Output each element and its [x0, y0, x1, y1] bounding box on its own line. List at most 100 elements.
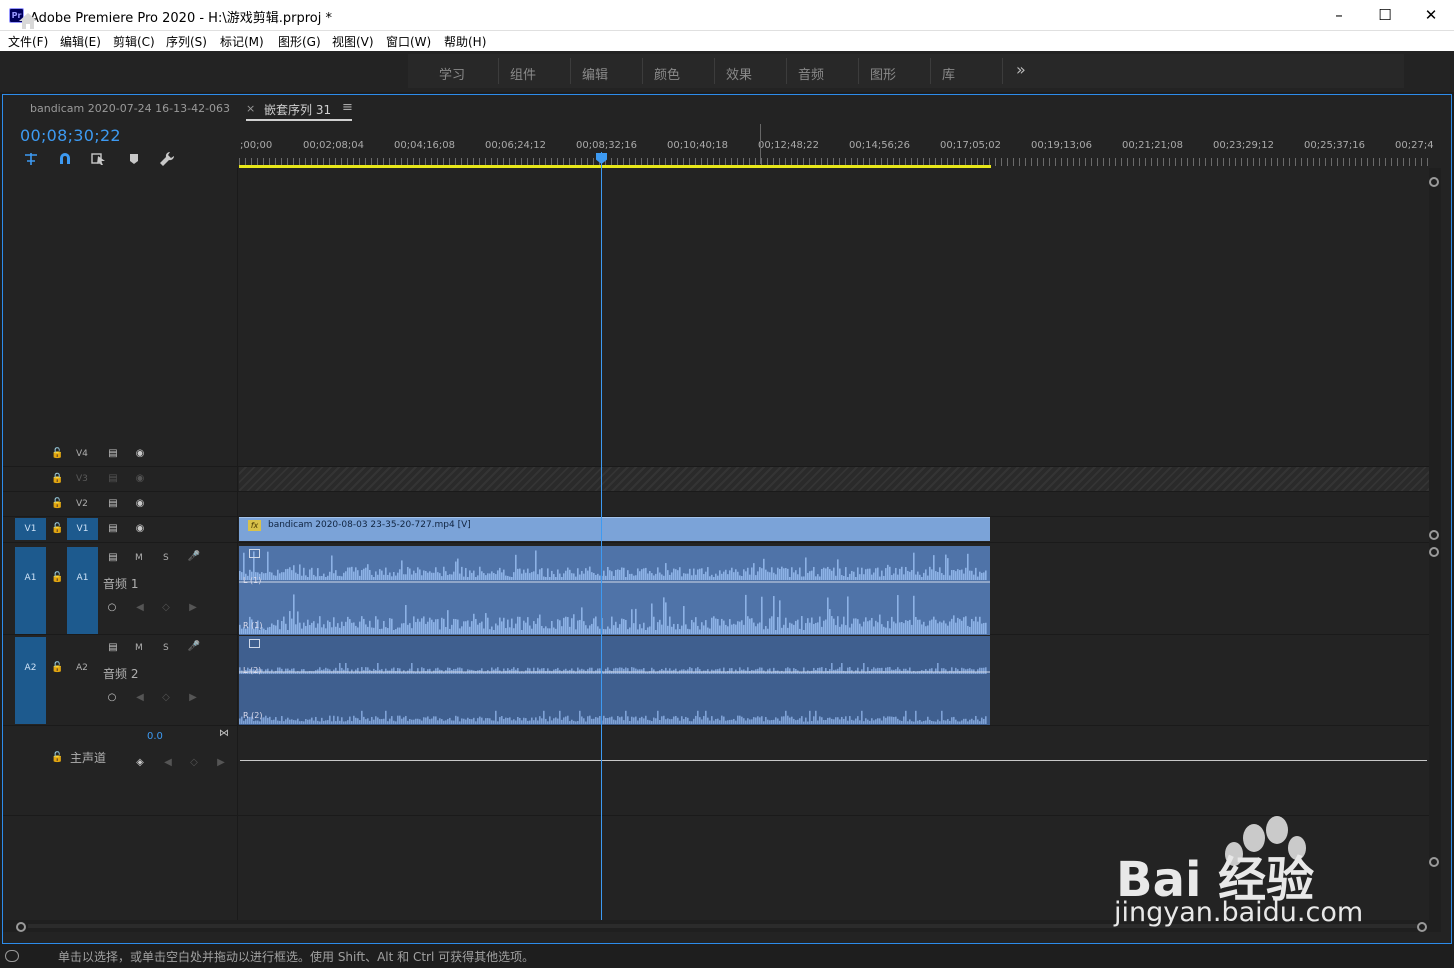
- vscroll-video-top-handle[interactable]: [1429, 177, 1439, 187]
- voiceover-a1-button[interactable]: 🎤: [187, 551, 201, 562]
- workspace-assembly[interactable]: 组件: [510, 64, 536, 83]
- lock-track-v1-button[interactable]: 🔓: [51, 523, 63, 534]
- sync-lock-a1-button[interactable]: ▤: [106, 552, 120, 563]
- add-keyframe-a1-button[interactable]: ◇: [161, 602, 171, 613]
- workspace-effects[interactable]: 效果: [726, 64, 752, 83]
- playhead-timecode[interactable]: 00;08;30;22: [20, 126, 121, 145]
- master-expand-button[interactable]: ⋈: [217, 728, 231, 739]
- home-button[interactable]: [18, 12, 38, 30]
- add-keyframe-a2-button[interactable]: ◇: [161, 692, 171, 703]
- sync-lock-v2-button[interactable]: ▤: [106, 498, 120, 509]
- linked-selection-button[interactable]: [91, 151, 107, 167]
- track-a2-target[interactable]: A2: [76, 663, 88, 673]
- menu-help[interactable]: 帮助(H): [444, 33, 486, 50]
- workspace-overflow-button[interactable]: »: [1016, 60, 1026, 79]
- menu-marker[interactable]: 标记(M): [220, 33, 264, 50]
- lock-track-v3-button[interactable]: 🔒: [51, 473, 63, 484]
- vscroll-audio-bottom-handle[interactable]: [1429, 857, 1439, 867]
- lock-track-v4-button[interactable]: 🔓: [51, 448, 63, 459]
- tab-source-sequence[interactable]: bandicam 2020-07-24 16-13-42-063: [30, 102, 230, 115]
- workspace-audio[interactable]: 音频: [798, 64, 824, 83]
- solo-a2-button[interactable]: S: [163, 643, 169, 653]
- nest-toggle-button[interactable]: [23, 151, 39, 167]
- ruler-label: 00;02;08;04: [303, 140, 365, 151]
- maximize-button[interactable]: ☐: [1362, 0, 1408, 31]
- tab-nested-sequence[interactable]: 嵌套序列 31: [264, 101, 331, 118]
- sync-lock-v1-button[interactable]: ▤: [106, 523, 120, 534]
- hscroll-right-handle[interactable]: [1417, 922, 1427, 932]
- master-keyframe-button[interactable]: ◈: [133, 757, 147, 768]
- waveform-bar: [855, 618, 857, 634]
- waveform-bar: [859, 720, 861, 724]
- track-a1-target[interactable]: A1: [67, 547, 98, 634]
- next-keyframe-a1-button[interactable]: ▶: [188, 602, 198, 613]
- sync-lock-a2-button[interactable]: ▤: [106, 642, 120, 653]
- lock-track-a2-button[interactable]: 🔓: [51, 662, 63, 673]
- minimize-button[interactable]: –: [1316, 0, 1362, 31]
- waveform-bar: [501, 621, 503, 634]
- waveform-bar: [813, 623, 815, 634]
- source-patch-a1[interactable]: A1: [15, 547, 46, 634]
- waveform-bar: [735, 624, 737, 634]
- mute-a2-button[interactable]: M: [135, 643, 143, 653]
- waveform-bar: [615, 621, 617, 634]
- lock-track-a1-button[interactable]: 🔓: [51, 572, 63, 583]
- playhead-line[interactable]: [601, 152, 602, 920]
- workspace-editing[interactable]: 编辑: [582, 64, 608, 83]
- tab-menu-button[interactable]: ≡: [342, 100, 353, 115]
- workspace-libraries[interactable]: 库: [942, 64, 955, 83]
- voiceover-a2-button[interactable]: 🎤: [187, 641, 201, 652]
- master-volume-line[interactable]: [240, 760, 1427, 761]
- solo-a1-button[interactable]: S: [163, 553, 169, 563]
- hscroll-left-handle[interactable]: [16, 922, 26, 932]
- toggle-output-v3-button[interactable]: ◉: [133, 473, 147, 484]
- waveform-bar: [475, 721, 477, 724]
- tab-close-button[interactable]: ×: [246, 102, 255, 115]
- menu-file[interactable]: 文件(F): [8, 33, 48, 50]
- timeline-settings-button[interactable]: [159, 151, 175, 167]
- watermark-url: jingyan.baidu.com: [1114, 897, 1364, 928]
- next-keyframe-a2-button[interactable]: ▶: [188, 692, 198, 703]
- track-a1-keyframe-button[interactable]: ○: [105, 602, 119, 613]
- waveform-bar: [391, 618, 393, 634]
- toggle-output-v1-button[interactable]: ◉: [133, 523, 147, 534]
- audio-clip-a2[interactable]: [239, 636, 990, 725]
- lock-master-button[interactable]: 🔓: [51, 752, 63, 763]
- sync-lock-v4-button[interactable]: ▤: [106, 448, 120, 459]
- waveform-bar: [951, 667, 953, 674]
- audio-clip-a1[interactable]: [239, 546, 990, 635]
- mute-a1-button[interactable]: M: [135, 553, 143, 563]
- snap-button[interactable]: [57, 151, 73, 167]
- menu-window[interactable]: 窗口(W): [386, 33, 431, 50]
- menu-sequence[interactable]: 序列(S): [166, 33, 207, 50]
- toggle-output-v4-button[interactable]: ◉: [133, 448, 147, 459]
- waveform-bar: [583, 621, 585, 634]
- workspace-graphics[interactable]: 图形: [870, 64, 896, 83]
- prev-keyframe-a1-button[interactable]: ◀: [135, 602, 145, 613]
- menu-graphics[interactable]: 图形(G): [278, 33, 321, 50]
- vscroll-audio-top-handle[interactable]: [1429, 547, 1439, 557]
- prev-keyframe-a2-button[interactable]: ◀: [135, 692, 145, 703]
- add-marker-button[interactable]: [126, 151, 142, 167]
- workspace-color[interactable]: 颜色: [654, 64, 680, 83]
- vscroll-video-bottom-handle[interactable]: [1429, 530, 1439, 540]
- waveform-bar: [405, 574, 407, 580]
- menu-clip[interactable]: 剪辑(C): [113, 33, 155, 50]
- sync-lock-v3-button[interactable]: ▤: [106, 473, 120, 484]
- close-button[interactable]: ✕: [1408, 0, 1454, 31]
- menu-view[interactable]: 视图(V): [332, 33, 374, 50]
- track-v1-target[interactable]: V1: [67, 518, 98, 540]
- master-volume-value[interactable]: 0.0: [147, 731, 163, 742]
- source-patch-a2[interactable]: A2: [15, 637, 46, 724]
- menu-edit[interactable]: 编辑(E): [60, 33, 101, 50]
- workspace-learning[interactable]: 学习: [439, 64, 465, 83]
- toggle-output-v2-button[interactable]: ◉: [133, 498, 147, 509]
- waveform-bar: [759, 567, 761, 580]
- track-a2-keyframe-button[interactable]: ○: [105, 692, 119, 703]
- vertical-scrollbar[interactable]: [1429, 168, 1441, 920]
- prev-keyframe-master-button[interactable]: ◀: [163, 757, 173, 768]
- next-keyframe-master-button[interactable]: ▶: [216, 757, 226, 768]
- lock-track-v2-button[interactable]: 🔓: [51, 498, 63, 509]
- source-patch-v1[interactable]: V1: [15, 518, 46, 540]
- add-keyframe-master-button[interactable]: ◇: [189, 757, 199, 768]
